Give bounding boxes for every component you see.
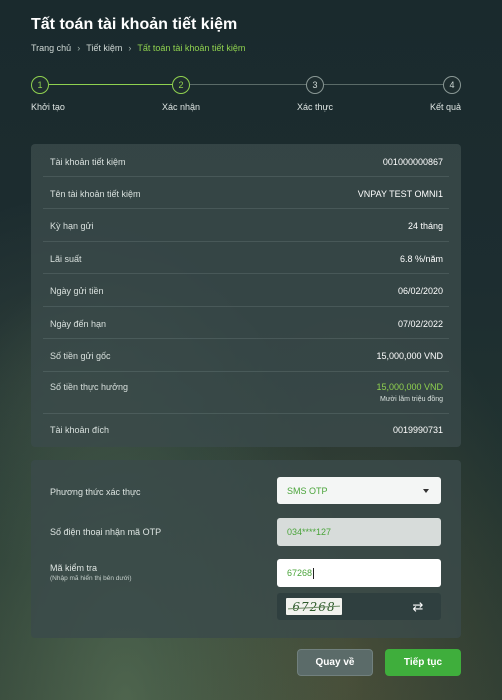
captcha-label: Mã kiểm tra	[50, 563, 98, 573]
detail-value: 24 tháng	[407, 221, 443, 231]
amount-in-words: Mười lăm triệu đồng	[380, 396, 443, 403]
step-connector	[49, 84, 172, 85]
detail-row-principal: Số tiền gửi gốc 15,000,000 VND	[43, 339, 449, 372]
breadcrumb: Trang chủ › Tiết kiệm › Tất toán tài kho…	[31, 43, 245, 53]
step-connector	[190, 84, 307, 85]
detail-value: 0019990731	[392, 425, 443, 435]
otp-phone-label: Số điện thoại nhận mã OTP	[50, 527, 162, 537]
detail-row-destination-account: Tài khoản đích 0019990731	[43, 414, 449, 447]
breadcrumb-separator: ›	[77, 43, 81, 53]
step-4-label: Kết quả	[430, 102, 462, 112]
step-4-indicator: 4	[443, 76, 461, 94]
captcha-image: 67268	[286, 598, 342, 615]
auth-method-select[interactable]: SMS OTP	[277, 477, 441, 504]
breadcrumb-savings[interactable]: Tiết kiệm	[86, 43, 122, 53]
detail-label: Tên tài khoản tiết kiệm	[50, 189, 141, 199]
detail-value: 15,000,000 VND	[376, 382, 443, 392]
detail-label: Số tiền gửi gốc	[50, 351, 111, 361]
detail-label: Ngày đến hạn	[50, 319, 107, 329]
detail-label: Lãi suất	[50, 254, 82, 264]
back-button[interactable]: Quay về	[297, 649, 373, 676]
step-3-indicator: 3	[306, 76, 324, 94]
detail-row-interest-rate: Lãi suất 6.8 %/năm	[43, 242, 449, 274]
detail-value: VNPAY TEST OMNI1	[357, 189, 443, 199]
breadcrumb-separator: ›	[128, 43, 132, 53]
detail-row-actual-amount: Số tiền thực hưởng 15,000,000 VND Mười l…	[43, 372, 449, 414]
chevron-down-icon	[423, 489, 429, 493]
verification-card: Phương thức xác thực SMS OTP Số điện tho…	[31, 460, 461, 638]
step-2-label: Xác nhận	[162, 102, 201, 112]
account-details-card: Tài khoản tiết kiệm 001000000867 Tên tài…	[31, 144, 461, 447]
detail-value: 001000000867	[382, 157, 443, 167]
captcha-hint: (Nhập mã hiển thị bên dưới)	[50, 575, 132, 582]
step-1-indicator: 1	[31, 76, 49, 94]
detail-label: Số tiền thực hưởng	[50, 382, 128, 392]
detail-row-maturity-date: Ngày đến hạn 07/02/2022	[43, 307, 449, 339]
page-title: Tất toán tài khoản tiết kiệm	[31, 16, 238, 33]
text-cursor	[313, 567, 315, 579]
detail-row-account-name: Tên tài khoản tiết kiệm VNPAY TEST OMNI1	[43, 177, 449, 209]
detail-row-term: Kỳ hạn gửi 24 tháng	[43, 209, 449, 242]
detail-value: 07/02/2022	[397, 319, 443, 329]
detail-value: 6.8 %/năm	[399, 254, 443, 264]
detail-row-deposit-date: Ngày gửi tiền 06/02/2020	[43, 274, 449, 307]
otp-phone-field: 034****127	[277, 518, 441, 546]
captcha-input[interactable]: 67268	[277, 559, 441, 587]
step-2-indicator: 2	[172, 76, 190, 94]
detail-row-account: Tài khoản tiết kiệm 001000000867	[43, 144, 449, 177]
detail-value: 15,000,000 VND	[376, 351, 443, 361]
step-connector	[324, 84, 443, 85]
continue-button[interactable]: Tiếp tục	[385, 649, 461, 676]
otp-phone-value: 034****127	[287, 527, 332, 537]
breadcrumb-current: Tất toán tài khoản tiết kiệm	[137, 43, 246, 53]
refresh-icon[interactable]: ⇄	[411, 600, 425, 614]
detail-value: 06/02/2020	[397, 286, 443, 296]
detail-label: Tài khoản đích	[50, 425, 110, 435]
breadcrumb-home[interactable]: Trang chủ	[31, 43, 71, 53]
captcha-input-value: 67268	[287, 568, 313, 578]
detail-label: Ngày gửi tiền	[50, 286, 104, 296]
detail-label: Tài khoản tiết kiệm	[50, 157, 126, 167]
auth-method-value: SMS OTP	[287, 485, 328, 496]
step-3-label: Xác thực	[297, 102, 334, 112]
detail-label: Kỳ hạn gửi	[50, 221, 94, 231]
step-1-label: Khởi tạo	[31, 102, 65, 112]
auth-method-label: Phương thức xác thực	[50, 487, 141, 497]
captcha-container: 67268 ⇄	[277, 593, 441, 620]
